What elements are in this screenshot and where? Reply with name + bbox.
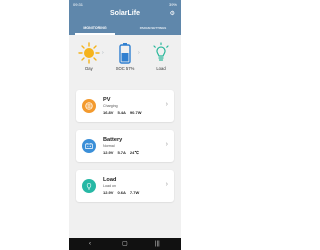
pv-power: 90.7W — [129, 110, 142, 115]
bulb-icon — [82, 179, 96, 193]
battery-level-icon — [119, 43, 131, 64]
app-bar: SolarLife ⚙ — [69, 9, 181, 21]
flow-arrow-icon: › — [138, 50, 140, 56]
chevron-right-icon: › — [165, 101, 168, 108]
battery-title: Battery — [103, 137, 123, 143]
battery-card[interactable]: Battery Normal 12.9V 5.7A 24℃ › — [76, 130, 174, 162]
flow-arrow-icon: › — [102, 50, 104, 56]
battery-voltage: 12.9V — [103, 150, 114, 155]
active-tab-indicator — [75, 33, 115, 35]
day-label: Day — [85, 66, 93, 71]
tab-param-settings[interactable]: PARAM SETTINGS — [125, 21, 181, 35]
soc-label: SOC 57% — [115, 66, 135, 71]
bulb-icon — [153, 42, 169, 61]
phone-screen: 09:31 39% SolarLife ⚙ MONITORING PARAM S… — [69, 0, 181, 250]
system-overview: Day › SOC 57% › Load — [69, 42, 181, 82]
battery-current: 5.7A — [117, 150, 126, 155]
day-indicator: Day — [77, 42, 101, 71]
solar-panel-icon — [82, 99, 96, 113]
system-nav-bar: ‹ ▢ ||| — [69, 238, 181, 250]
app-title: SolarLife — [110, 10, 140, 17]
pv-current: 5.4A — [117, 110, 126, 115]
gear-icon[interactable]: ⚙ — [170, 10, 175, 18]
load-title: Load — [103, 177, 117, 183]
load-values: 12.9V 0.6A 7.7W — [103, 190, 143, 195]
battery-temp: 24℃ — [129, 150, 139, 155]
battery-status: Normal — [103, 144, 115, 148]
chevron-right-icon: › — [165, 181, 168, 188]
load-current: 0.6A — [117, 190, 126, 195]
status-bar: 09:31 39% — [69, 0, 181, 9]
pv-card[interactable]: PV Charging 16.8V 5.4A 90.7W › — [76, 90, 174, 122]
load-label: Load — [156, 66, 166, 71]
status-time: 09:31 — [73, 2, 84, 7]
battery-values: 12.9V 5.7A 24℃ — [103, 150, 143, 155]
load-indicator: Load — [149, 42, 173, 71]
pv-voltage: 16.8V — [103, 110, 114, 115]
sun-icon — [78, 42, 100, 64]
home-icon[interactable]: ▢ — [122, 240, 128, 248]
load-card[interactable]: Load Load on 12.9V 0.6A 7.7W › — [76, 170, 174, 202]
pv-status: Charging — [103, 104, 118, 108]
back-icon[interactable]: ‹ — [89, 240, 91, 248]
pv-values: 16.8V 5.4A 90.7W — [103, 110, 145, 115]
load-power: 7.7W — [129, 190, 140, 195]
load-status: Load on — [103, 184, 116, 188]
recent-apps-icon[interactable]: ||| — [155, 240, 160, 248]
tab-bar: MONITORING PARAM SETTINGS — [69, 21, 181, 35]
chevron-right-icon: › — [165, 141, 168, 148]
soc-indicator: SOC 57% — [113, 42, 137, 71]
status-battery: 39% — [168, 2, 177, 7]
load-voltage: 12.9V — [103, 190, 114, 195]
battery-icon — [82, 139, 96, 153]
pv-title: PV — [103, 97, 111, 103]
